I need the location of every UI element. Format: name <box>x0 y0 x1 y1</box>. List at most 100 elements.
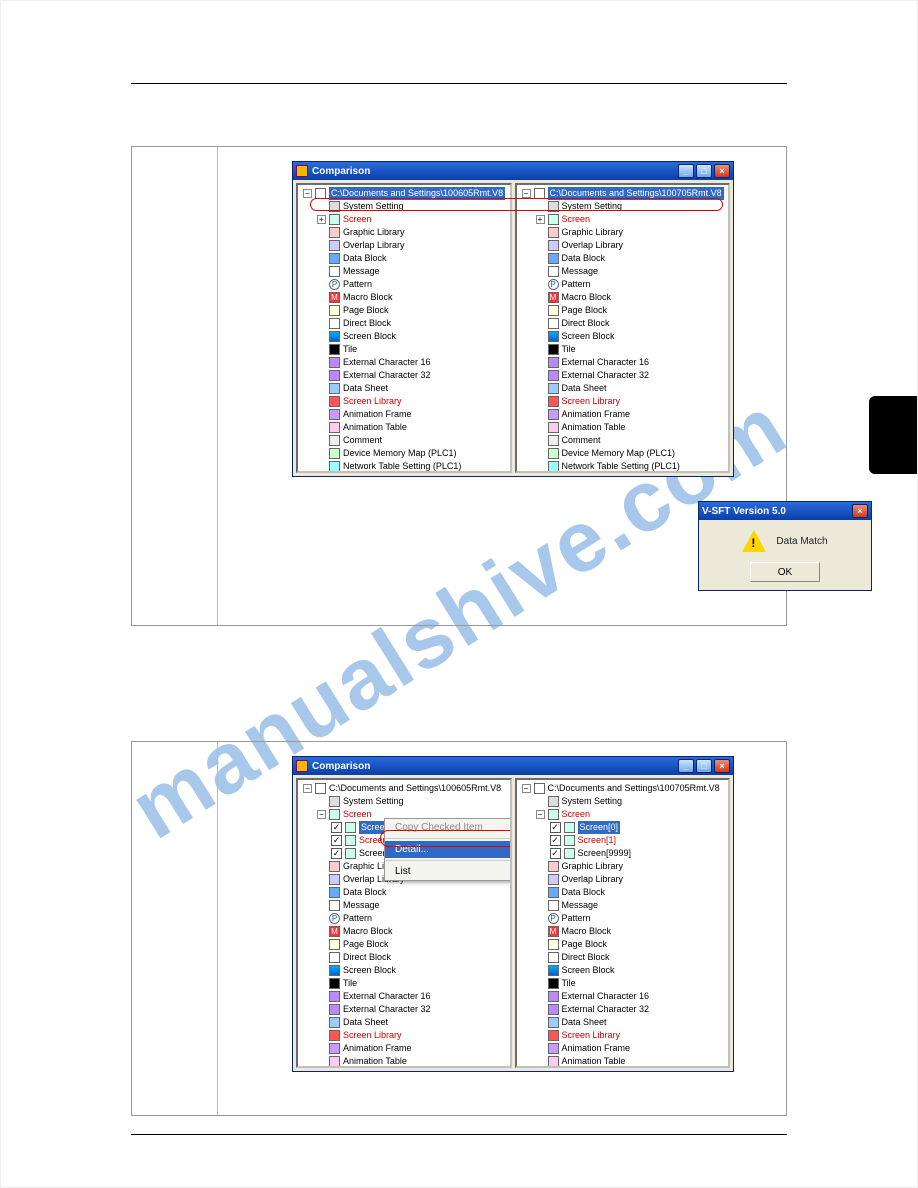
tree-item[interactable]: Animation Table <box>536 1055 726 1068</box>
tree-item[interactable]: Data Block <box>317 252 507 265</box>
tree-item[interactable]: Overlap Library <box>317 239 507 252</box>
tree-item[interactable]: −Screen <box>536 808 726 821</box>
tree-item[interactable]: Tile <box>317 977 507 990</box>
right-tree-2[interactable]: −C:\Documents and Settings\100705Rmt.V8S… <box>520 782 726 1068</box>
menu-copy-checked[interactable]: Copy Checked Item <box>385 819 512 836</box>
tree-item[interactable]: Device Memory Map (PLC1) <box>317 447 507 460</box>
context-menu[interactable]: Copy Checked Item Detail... List <box>384 818 512 881</box>
tree-item[interactable]: Network Table Setting (PLC1) <box>317 460 507 473</box>
maximize-button[interactable]: □ <box>696 759 712 773</box>
tree-item[interactable]: Tile <box>317 343 507 356</box>
tree-root[interactable]: −C:\Documents and Settings\100605Rmt.V8 <box>303 187 507 200</box>
minimize-button[interactable]: _ <box>678 164 694 178</box>
tree-item[interactable]: Comment <box>536 434 726 447</box>
tree-item[interactable]: PPattern <box>317 278 507 291</box>
tree-item[interactable]: Tile <box>536 977 726 990</box>
tree-item[interactable]: Page Block <box>317 938 507 951</box>
ok-button[interactable]: OK <box>750 562 820 582</box>
tree-item[interactable]: PPattern <box>317 912 507 925</box>
tree-item[interactable]: Screen Library <box>317 1029 507 1042</box>
tree-item[interactable]: Animation Frame <box>536 408 726 421</box>
tree-item[interactable]: System Setting <box>536 795 726 808</box>
tree-item[interactable]: Graphic Library <box>536 860 726 873</box>
tree-item[interactable]: Screen Block <box>536 330 726 343</box>
tree-item[interactable]: Screen Library <box>536 1029 726 1042</box>
tree-item[interactable]: Device Memory Map (PLC1) <box>536 447 726 460</box>
tree-root[interactable]: −C:\Documents and Settings\100705Rmt.V8 <box>522 187 726 200</box>
tree-root[interactable]: −C:\Documents and Settings\100705Rmt.V8 <box>522 782 726 795</box>
tree-item[interactable]: PPattern <box>536 912 726 925</box>
tree-item[interactable]: Tile <box>536 343 726 356</box>
tree-item[interactable]: Animation Table <box>317 421 507 434</box>
menu-list[interactable]: List <box>385 863 512 880</box>
right-pane[interactable]: −C:\Documents and Settings\100705Rmt.V8S… <box>515 183 731 473</box>
titlebar-2[interactable]: Comparison _ □ × <box>293 757 733 775</box>
tree-item[interactable]: Animation Table <box>536 421 726 434</box>
tree-item[interactable]: Message <box>536 899 726 912</box>
tree-item[interactable]: Direct Block <box>317 317 507 330</box>
tree-item[interactable]: Data Sheet <box>317 382 507 395</box>
maximize-button[interactable]: □ <box>696 164 712 178</box>
dialog-titlebar[interactable]: V-SFT Version 5.0 × <box>699 502 871 520</box>
tree-item[interactable]: Animation Table <box>317 1055 507 1068</box>
tree-item[interactable]: Screen Library <box>536 395 726 408</box>
tree-item[interactable]: External Character 32 <box>317 1003 507 1016</box>
tree-item[interactable]: Animation Frame <box>536 1042 726 1055</box>
tree-item[interactable]: Direct Block <box>536 317 726 330</box>
tree-item[interactable]: Data Sheet <box>536 1016 726 1029</box>
minimize-button[interactable]: _ <box>678 759 694 773</box>
tree-item[interactable]: External Character 16 <box>536 990 726 1003</box>
tree-item[interactable]: Screen Block <box>317 330 507 343</box>
right-tree[interactable]: −C:\Documents and Settings\100705Rmt.V8S… <box>520 187 726 473</box>
tree-item[interactable]: External Character 32 <box>536 1003 726 1016</box>
tree-item[interactable]: MMacro Block <box>536 925 726 938</box>
tree-item[interactable]: Message <box>536 265 726 278</box>
tree-item[interactable]: Data Block <box>317 886 507 899</box>
tree-item[interactable]: Overlap Library <box>536 873 726 886</box>
tree-item[interactable]: Page Block <box>536 304 726 317</box>
tree-item[interactable]: MMacro Block <box>317 925 507 938</box>
tree-item[interactable]: Screen Block <box>317 964 507 977</box>
close-button[interactable]: × <box>714 164 730 178</box>
tree-item[interactable]: PPattern <box>536 278 726 291</box>
tree-item[interactable]: External Character 32 <box>536 369 726 382</box>
tree-item[interactable]: Direct Block <box>536 951 726 964</box>
titlebar[interactable]: Comparison _ □ × <box>293 162 733 180</box>
tree-item[interactable]: System Setting <box>317 200 507 213</box>
screen-child[interactable]: Screen[1] <box>550 834 726 847</box>
tree-item[interactable]: Direct Block <box>317 951 507 964</box>
left-pane-2[interactable]: −C:\Documents and Settings\100605Rmt.V8S… <box>296 778 512 1068</box>
left-pane[interactable]: −C:\Documents and Settings\100605Rmt.V8S… <box>296 183 512 473</box>
tree-item[interactable]: External Character 16 <box>317 990 507 1003</box>
tree-item[interactable]: Graphic Library <box>317 226 507 239</box>
tree-item[interactable]: Page Block <box>317 304 507 317</box>
tree-item[interactable]: +Screen <box>317 213 507 226</box>
tree-item[interactable]: Overlap Library <box>536 239 726 252</box>
tree-item[interactable]: Animation Frame <box>317 1042 507 1055</box>
tree-item[interactable]: Network Table Setting (PLC1) <box>536 460 726 473</box>
tree-item[interactable]: System Setting <box>536 200 726 213</box>
tree-item[interactable]: Screen Block <box>536 964 726 977</box>
screen-child[interactable]: Screen[0] <box>550 821 726 834</box>
tree-item[interactable]: Screen Library <box>317 395 507 408</box>
tree-item[interactable]: External Character 32 <box>317 369 507 382</box>
tree-item[interactable]: MMacro Block <box>536 291 726 304</box>
tree-item[interactable]: Data Sheet <box>536 382 726 395</box>
tree-item[interactable]: External Character 16 <box>317 356 507 369</box>
screen-child[interactable]: Screen[9999] <box>550 847 726 860</box>
tree-item[interactable]: External Character 16 <box>536 356 726 369</box>
tree-root[interactable]: −C:\Documents and Settings\100605Rmt.V8 <box>303 782 507 795</box>
menu-detail[interactable]: Detail... <box>385 841 512 858</box>
tree-item[interactable]: Message <box>317 899 507 912</box>
tree-item[interactable]: MMacro Block <box>317 291 507 304</box>
tree-item[interactable]: Data Sheet <box>317 1016 507 1029</box>
tree-item[interactable]: Animation Frame <box>317 408 507 421</box>
dialog-close-button[interactable]: × <box>852 504 868 518</box>
left-tree[interactable]: −C:\Documents and Settings\100605Rmt.V8S… <box>301 187 507 473</box>
tree-item[interactable]: Graphic Library <box>536 226 726 239</box>
tree-item[interactable]: Comment <box>317 434 507 447</box>
tree-item[interactable]: System Setting <box>317 795 507 808</box>
close-button[interactable]: × <box>714 759 730 773</box>
right-pane-2[interactable]: −C:\Documents and Settings\100705Rmt.V8S… <box>515 778 731 1068</box>
tree-item[interactable]: Page Block <box>536 938 726 951</box>
